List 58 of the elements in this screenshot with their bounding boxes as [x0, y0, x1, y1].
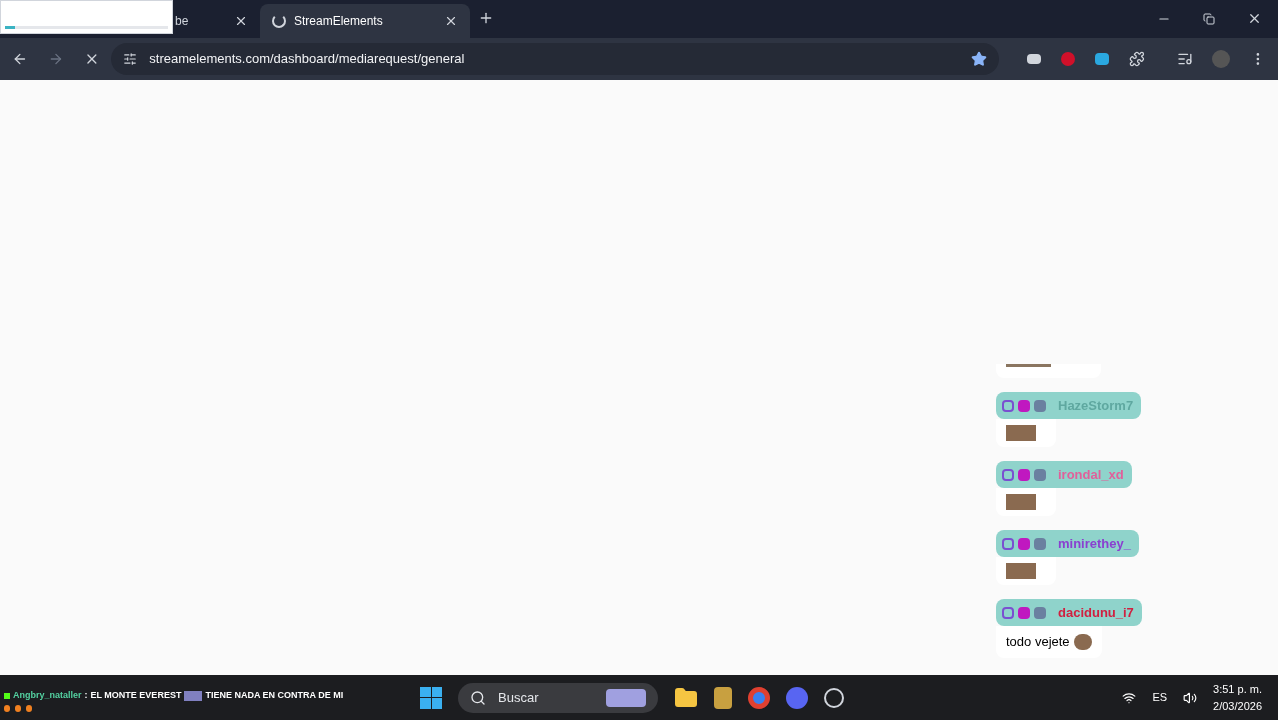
chat-username: minirethey_ [1058, 534, 1131, 553]
browser-tab[interactable]: StreamElements [260, 4, 470, 38]
ticker-separator: : [84, 689, 88, 702]
url-text: streamelements.com/dashboard/mediarequest/general [149, 50, 466, 69]
close-icon[interactable] [444, 14, 458, 28]
app-icon[interactable] [714, 686, 732, 709]
badge-icon [1034, 606, 1046, 619]
emote-image [1073, 633, 1092, 650]
ticker-text: EL MONTE EVEREST [90, 689, 182, 702]
close-icon[interactable] [234, 14, 248, 28]
emote-image [1006, 563, 1036, 579]
badge-icon [1002, 606, 1014, 619]
badge-icon [1018, 537, 1030, 550]
extensions-icon[interactable] [1128, 51, 1145, 67]
language-indicator[interactable]: ES [1152, 689, 1168, 706]
chat-username: dacidunu_i7 [1058, 603, 1134, 622]
taskbar-search-field[interactable]: Buscar [458, 682, 658, 713]
close-icon[interactable] [1247, 11, 1262, 26]
emote-image [1006, 364, 1051, 367]
bookmark-star-icon[interactable] [971, 51, 988, 67]
clock-date[interactable]: 2/03/2026 [1213, 697, 1262, 714]
badge-icon [1034, 468, 1046, 481]
recorder-icon[interactable] [824, 687, 844, 708]
flames-icon [4, 704, 32, 712]
address-bar[interactable]: streamelements.com/dashboard/mediarequest/general [111, 43, 1000, 75]
restore-icon[interactable] [1203, 12, 1215, 25]
badge-icon [1002, 399, 1014, 412]
emote-image [184, 690, 203, 701]
chat-username: irondal_xd [1058, 465, 1124, 484]
network-icon[interactable] [1122, 690, 1137, 705]
volume-icon[interactable] [1183, 690, 1198, 705]
back-icon[interactable] [12, 51, 28, 67]
chat-app-icon[interactable] [786, 686, 808, 709]
platform-icon [4, 692, 10, 699]
badge-icon [1002, 537, 1014, 550]
emote-image [1006, 425, 1036, 441]
new-tab-icon[interactable] [478, 10, 494, 26]
ticker-username: Angbry_nataller [13, 689, 82, 702]
extension-icon[interactable] [1027, 54, 1042, 64]
site-settings-icon[interactable] [123, 52, 138, 66]
media-control-icon[interactable] [1176, 51, 1193, 67]
badge-icon [1018, 606, 1030, 619]
search-icon [470, 689, 486, 706]
badge-icon [1034, 399, 1046, 412]
search-highlight-icon [606, 688, 646, 707]
browser-tab[interactable]: be [163, 4, 260, 38]
emote-image [1006, 494, 1036, 510]
badge-icon [1002, 468, 1014, 481]
folder-icon[interactable] [674, 685, 698, 710]
clock-time[interactable]: 3:51 p. m. [1213, 681, 1262, 698]
browser-icon[interactable] [748, 686, 770, 709]
ticker-text: TIENE NADA EN CONTRA DE MI [205, 689, 344, 702]
start-icon[interactable] [420, 686, 442, 709]
badge-icon [1018, 399, 1030, 412]
extension-icon[interactable] [1095, 53, 1109, 65]
badge-icon [1018, 468, 1030, 481]
badge-icon [1034, 537, 1046, 550]
chat-message: todo vejete [1006, 633, 1070, 651]
